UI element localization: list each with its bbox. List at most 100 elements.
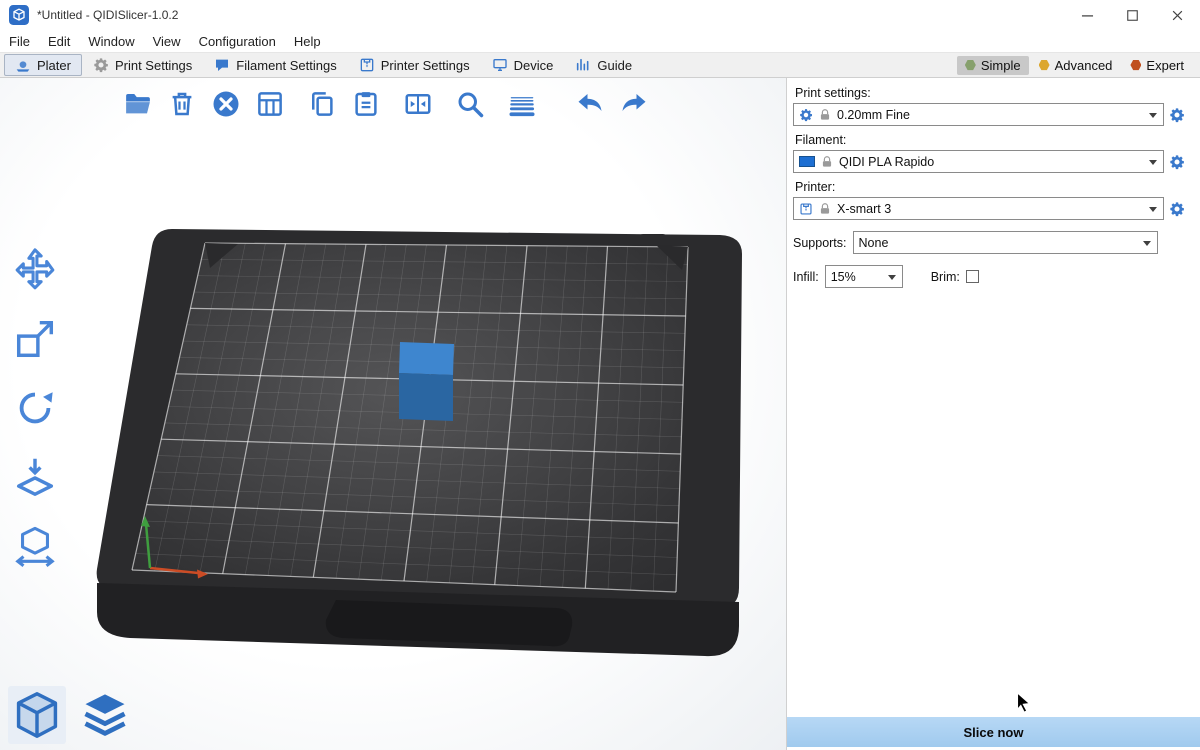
mode-simple[interactable]: Simple: [957, 56, 1029, 75]
print-settings-label: Print settings:: [795, 86, 1190, 100]
menu-window[interactable]: Window: [79, 32, 143, 51]
search-button[interactable]: [448, 84, 492, 124]
search-icon: [455, 89, 485, 119]
tab-filament-settings[interactable]: Filament Settings: [203, 54, 347, 76]
filament-combo[interactable]: QIDI PLA Rapido: [793, 150, 1164, 173]
printer-combo[interactable]: X-smart 3: [793, 197, 1164, 220]
variable-layer-height-button[interactable]: [500, 84, 544, 124]
window-title: *Untitled - QIDISlicer-1.0.2: [37, 8, 178, 22]
chevron-down-icon: [1149, 113, 1157, 118]
gear-icon: [799, 108, 813, 122]
menu-file[interactable]: File: [0, 32, 39, 51]
viewport-3d[interactable]: [0, 78, 786, 750]
tab-print-settings[interactable]: Print Settings: [82, 54, 203, 76]
menubar: File Edit Window View Configuration Help: [0, 30, 1200, 52]
chevron-down-icon: [888, 275, 896, 280]
menu-configuration[interactable]: Configuration: [190, 32, 285, 51]
menu-view[interactable]: View: [144, 32, 190, 51]
print-settings-value: 0.20mm Fine: [837, 108, 910, 122]
tabbar: Plater Print Settings Filament Settings …: [0, 52, 1200, 78]
settings-sidebar: Print settings: 0.20mm Fine Filament: QI…: [786, 78, 1200, 750]
gear-icon: [1169, 107, 1185, 123]
mode-expert-label: Expert: [1146, 58, 1184, 73]
copy-icon: [307, 89, 337, 119]
mode-expert[interactable]: Expert: [1122, 56, 1192, 75]
filament-gear-button[interactable]: [1164, 154, 1190, 170]
scale-icon: [12, 316, 58, 362]
supports-label: Supports:: [793, 236, 847, 250]
slice-now-button[interactable]: Slice now: [787, 717, 1200, 747]
filament-bubble-icon: [214, 57, 230, 73]
brim-checkbox[interactable]: [966, 270, 979, 283]
printer-icon: [799, 202, 813, 216]
infill-combo[interactable]: 15%: [825, 265, 903, 288]
mode-advanced-label: Advanced: [1055, 58, 1113, 73]
delete-button[interactable]: [160, 84, 204, 124]
brim-label: Brim:: [931, 270, 960, 284]
tab-printer-settings[interactable]: Printer Settings: [348, 54, 481, 76]
place-on-face-tool-button[interactable]: [6, 449, 64, 505]
move-tool-button[interactable]: [6, 242, 64, 298]
place-on-face-icon: [12, 454, 58, 500]
tab-guide-label: Guide: [597, 58, 632, 73]
filament-label: Filament:: [795, 133, 1190, 147]
measure-tool-button[interactable]: [6, 518, 64, 574]
tab-filament-settings-label: Filament Settings: [236, 58, 336, 73]
print-bed-scene: [0, 78, 786, 750]
menu-edit[interactable]: Edit: [39, 32, 79, 51]
close-button[interactable]: [1155, 0, 1200, 30]
scale-tool-button[interactable]: [6, 311, 64, 367]
lock-icon: [818, 202, 832, 216]
paste-button[interactable]: [344, 84, 388, 124]
menu-help[interactable]: Help: [285, 32, 330, 51]
expert-mode-dot-icon: [1130, 60, 1141, 71]
mode-advanced[interactable]: Advanced: [1031, 56, 1121, 75]
supports-value: None: [859, 236, 889, 250]
redo-button[interactable]: [612, 84, 656, 124]
printer-icon: [359, 57, 375, 73]
qidislicer-window: *Untitled - QIDISlicer-1.0.2 File Edit W…: [0, 0, 1200, 750]
split-icon: [403, 89, 433, 119]
device-monitor-icon: [492, 57, 508, 73]
delete-all-button[interactable]: [204, 84, 248, 124]
open-button[interactable]: [116, 84, 160, 124]
tab-print-settings-label: Print Settings: [115, 58, 192, 73]
arrange-icon: [255, 89, 285, 119]
tab-device[interactable]: Device: [481, 54, 565, 76]
printer-label: Printer:: [795, 180, 1190, 194]
plater-icon: [15, 57, 31, 73]
minimize-button[interactable]: [1065, 0, 1110, 30]
guide-bars-icon: [575, 57, 591, 73]
gear-icon: [1169, 201, 1185, 217]
redo-icon: [619, 89, 649, 119]
tab-guide[interactable]: Guide: [564, 54, 643, 76]
supports-combo[interactable]: None: [853, 231, 1158, 254]
rotate-tool-button[interactable]: [6, 380, 64, 436]
view-toggles: [8, 686, 134, 744]
arrange-button[interactable]: [248, 84, 292, 124]
undo-button[interactable]: [568, 84, 612, 124]
print-settings-gear-button[interactable]: [1164, 107, 1190, 123]
open-folder-icon: [123, 89, 153, 119]
advanced-mode-dot-icon: [1039, 60, 1050, 71]
filament-color-swatch: [799, 156, 815, 167]
print-settings-combo[interactable]: 0.20mm Fine: [793, 103, 1164, 126]
maximize-button[interactable]: [1110, 0, 1155, 30]
delete-all-icon: [211, 89, 241, 119]
window-controls: [1065, 0, 1200, 30]
mode-selector: Simple Advanced Expert: [957, 56, 1200, 75]
chevron-down-icon: [1149, 160, 1157, 165]
rotate-icon: [12, 385, 58, 431]
tab-plater[interactable]: Plater: [4, 54, 82, 76]
printer-gear-button[interactable]: [1164, 201, 1190, 217]
preview-layers-icon: [79, 689, 131, 741]
infill-label: Infill:: [793, 270, 819, 284]
view-cube-icon: [11, 689, 63, 741]
copy-button[interactable]: [300, 84, 344, 124]
preview-layers-view-button[interactable]: [76, 686, 134, 744]
split-button[interactable]: [396, 84, 440, 124]
editor-3d-view-button[interactable]: [8, 686, 66, 744]
model-cube[interactable]: [399, 342, 454, 421]
filament-value: QIDI PLA Rapido: [839, 155, 934, 169]
lock-icon: [818, 108, 832, 122]
